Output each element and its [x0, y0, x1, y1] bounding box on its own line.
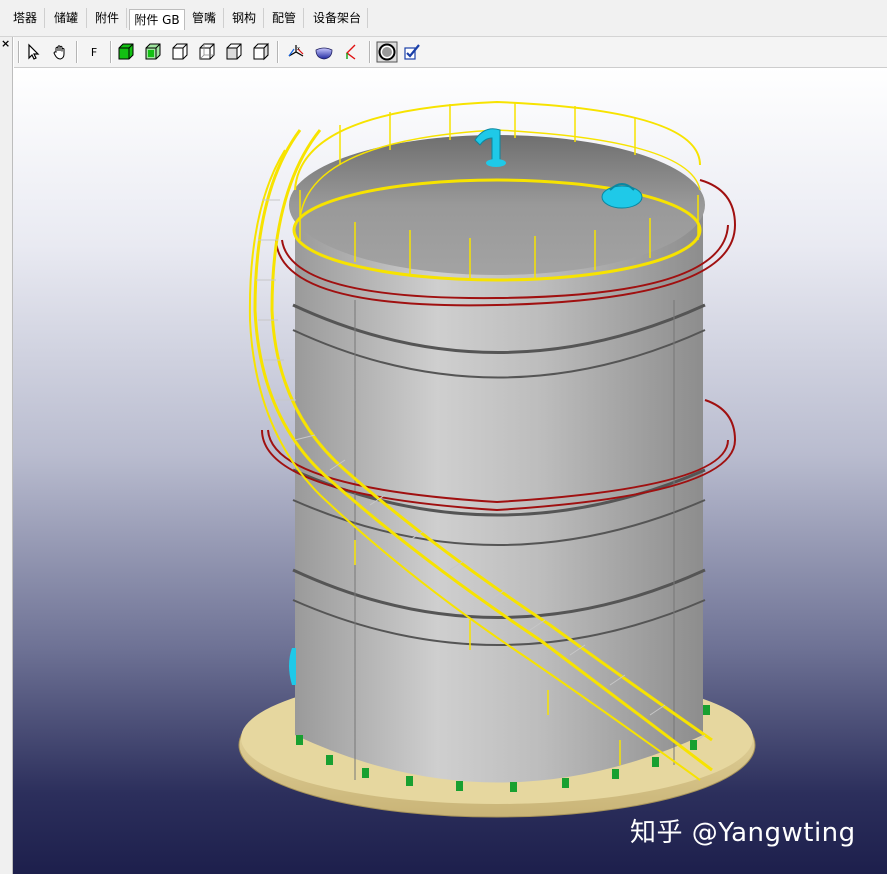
watermark-text: 知乎 @Yangwting — [630, 818, 856, 848]
hemisphere-shade-icon[interactable] — [312, 40, 336, 64]
axis-xyz-icon[interactable]: x — [284, 40, 308, 64]
tab-tower[interactable]: 塔器 — [6, 8, 45, 28]
tab-nozzles[interactable]: 管嘴 — [185, 8, 224, 28]
tab-storage-tank[interactable]: 储罐 — [46, 8, 87, 28]
tab-accessories[interactable]: 附件 — [88, 8, 127, 28]
sphere-render-icon[interactable] — [375, 40, 399, 64]
svg-text:x: x — [297, 46, 300, 52]
tab-steel-structure[interactable]: 钢构 — [225, 8, 264, 28]
roof-manhole — [601, 185, 643, 209]
cube-front-icon[interactable] — [222, 40, 246, 64]
storage-tank-model — [238, 100, 756, 818]
check-accept-icon[interactable] — [400, 40, 424, 64]
cube-outline-icon[interactable] — [195, 40, 219, 64]
axis-angle-icon[interactable] — [340, 40, 364, 64]
3d-viewport[interactable] — [13, 68, 887, 874]
toolbar: F x — [14, 37, 887, 68]
side-panel-strip — [0, 37, 13, 874]
pan-hand-icon[interactable] — [48, 40, 72, 64]
wireframe-cube-icon[interactable] — [168, 40, 192, 64]
cube-side-icon[interactable] — [249, 40, 273, 64]
close-icon[interactable]: × — [1, 37, 10, 50]
tab-equipment-frame[interactable]: 设备架台 — [307, 8, 368, 28]
tab-accessories-gb[interactable]: 附件 GB — [129, 9, 185, 30]
f-button[interactable]: F — [82, 40, 106, 64]
shell-side-nozzle — [289, 648, 296, 685]
solid-green-cube-icon[interactable] — [114, 40, 138, 64]
select-arrow-icon[interactable] — [22, 40, 46, 64]
green-cube-icon[interactable] — [141, 40, 165, 64]
tab-piping[interactable]: 配管 — [265, 8, 304, 28]
tab-bar: 塔器 储罐 附件 附件 GB 管嘴 钢构 配管 设备架台 — [0, 0, 887, 37]
